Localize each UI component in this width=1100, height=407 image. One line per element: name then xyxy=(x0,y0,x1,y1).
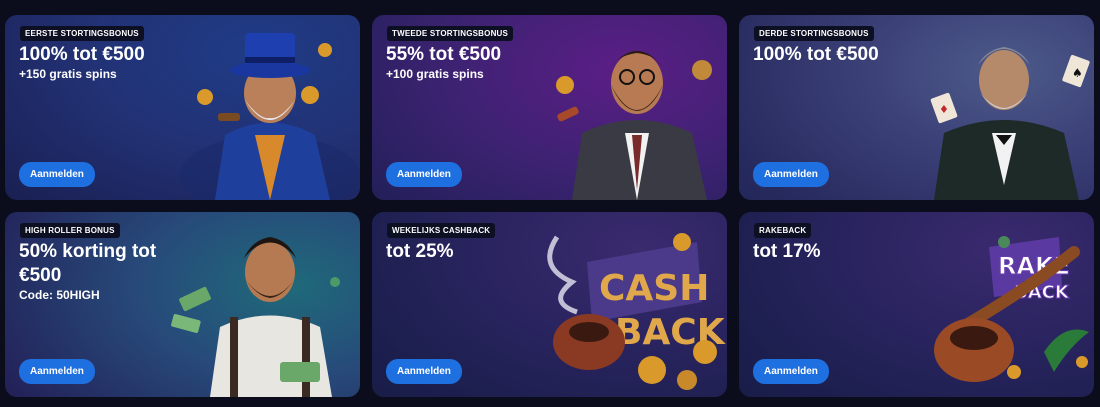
signup-button[interactable]: Aanmelden xyxy=(753,359,829,384)
promo-card-rakeback[interactable]: RAKE BACK RAKEBACK tot 17% Aanmelden xyxy=(739,212,1094,397)
bonus-headline: 100% tot €500 +150 gratis spins xyxy=(19,43,194,82)
bonus-headline: tot 17% xyxy=(753,241,821,262)
bonus-tag: WEKELIJKS CASHBACK xyxy=(387,223,496,238)
svg-text:♠: ♠ xyxy=(1072,66,1083,80)
bonus-subtext: +150 gratis spins xyxy=(19,67,117,81)
bonus-tag: EERSTE STORTINGSBONUS xyxy=(20,26,144,41)
bonus-tag: RAKEBACK xyxy=(754,223,812,238)
promo-card-high-roller[interactable]: HIGH ROLLER BONUS 50% korting tot €500 C… xyxy=(5,212,360,397)
promotions-grid: EERSTE STORTINGSBONUS 100% tot €500 +150… xyxy=(5,15,1094,397)
bonus-tag: HIGH ROLLER BONUS xyxy=(20,223,120,238)
signup-button[interactable]: Aanmelden xyxy=(386,359,462,384)
promo-card-first-deposit[interactable]: EERSTE STORTINGSBONUS 100% tot €500 +150… xyxy=(5,15,360,200)
promo-card-weekly-cashback[interactable]: CASH BACK WEKELIJKS CASHBACK tot 25% Aan… xyxy=(372,212,727,397)
signup-button[interactable]: Aanmelden xyxy=(386,162,462,187)
promo-card-third-deposit[interactable]: ♠ ♦ DERDE STORTINGSBONUS 100% tot €500 A… xyxy=(739,15,1094,200)
signup-button[interactable]: Aanmelden xyxy=(19,359,95,384)
signup-button[interactable]: Aanmelden xyxy=(19,162,95,187)
bonus-headline: 100% tot €500 xyxy=(753,44,879,65)
bonus-subtext: +100 gratis spins xyxy=(386,67,484,81)
promo-card-second-deposit[interactable]: TWEEDE STORTINGSBONUS 55% tot €500 +100 … xyxy=(372,15,727,200)
bonus-tag: TWEEDE STORTINGSBONUS xyxy=(387,26,514,41)
bonus-subtext: Code: 50HIGH xyxy=(19,288,100,302)
bonus-headline: tot 25% xyxy=(386,241,454,262)
bonus-tag: DERDE STORTINGSBONUS xyxy=(754,26,874,41)
signup-button[interactable]: Aanmelden xyxy=(753,162,829,187)
svg-text:♦: ♦ xyxy=(939,103,949,116)
cash-art-text: CASH xyxy=(599,268,709,309)
bonus-headline: 50% korting tot €500 Code: 50HIGH xyxy=(19,240,194,303)
bonus-headline: 55% tot €500 +100 gratis spins xyxy=(386,43,561,82)
